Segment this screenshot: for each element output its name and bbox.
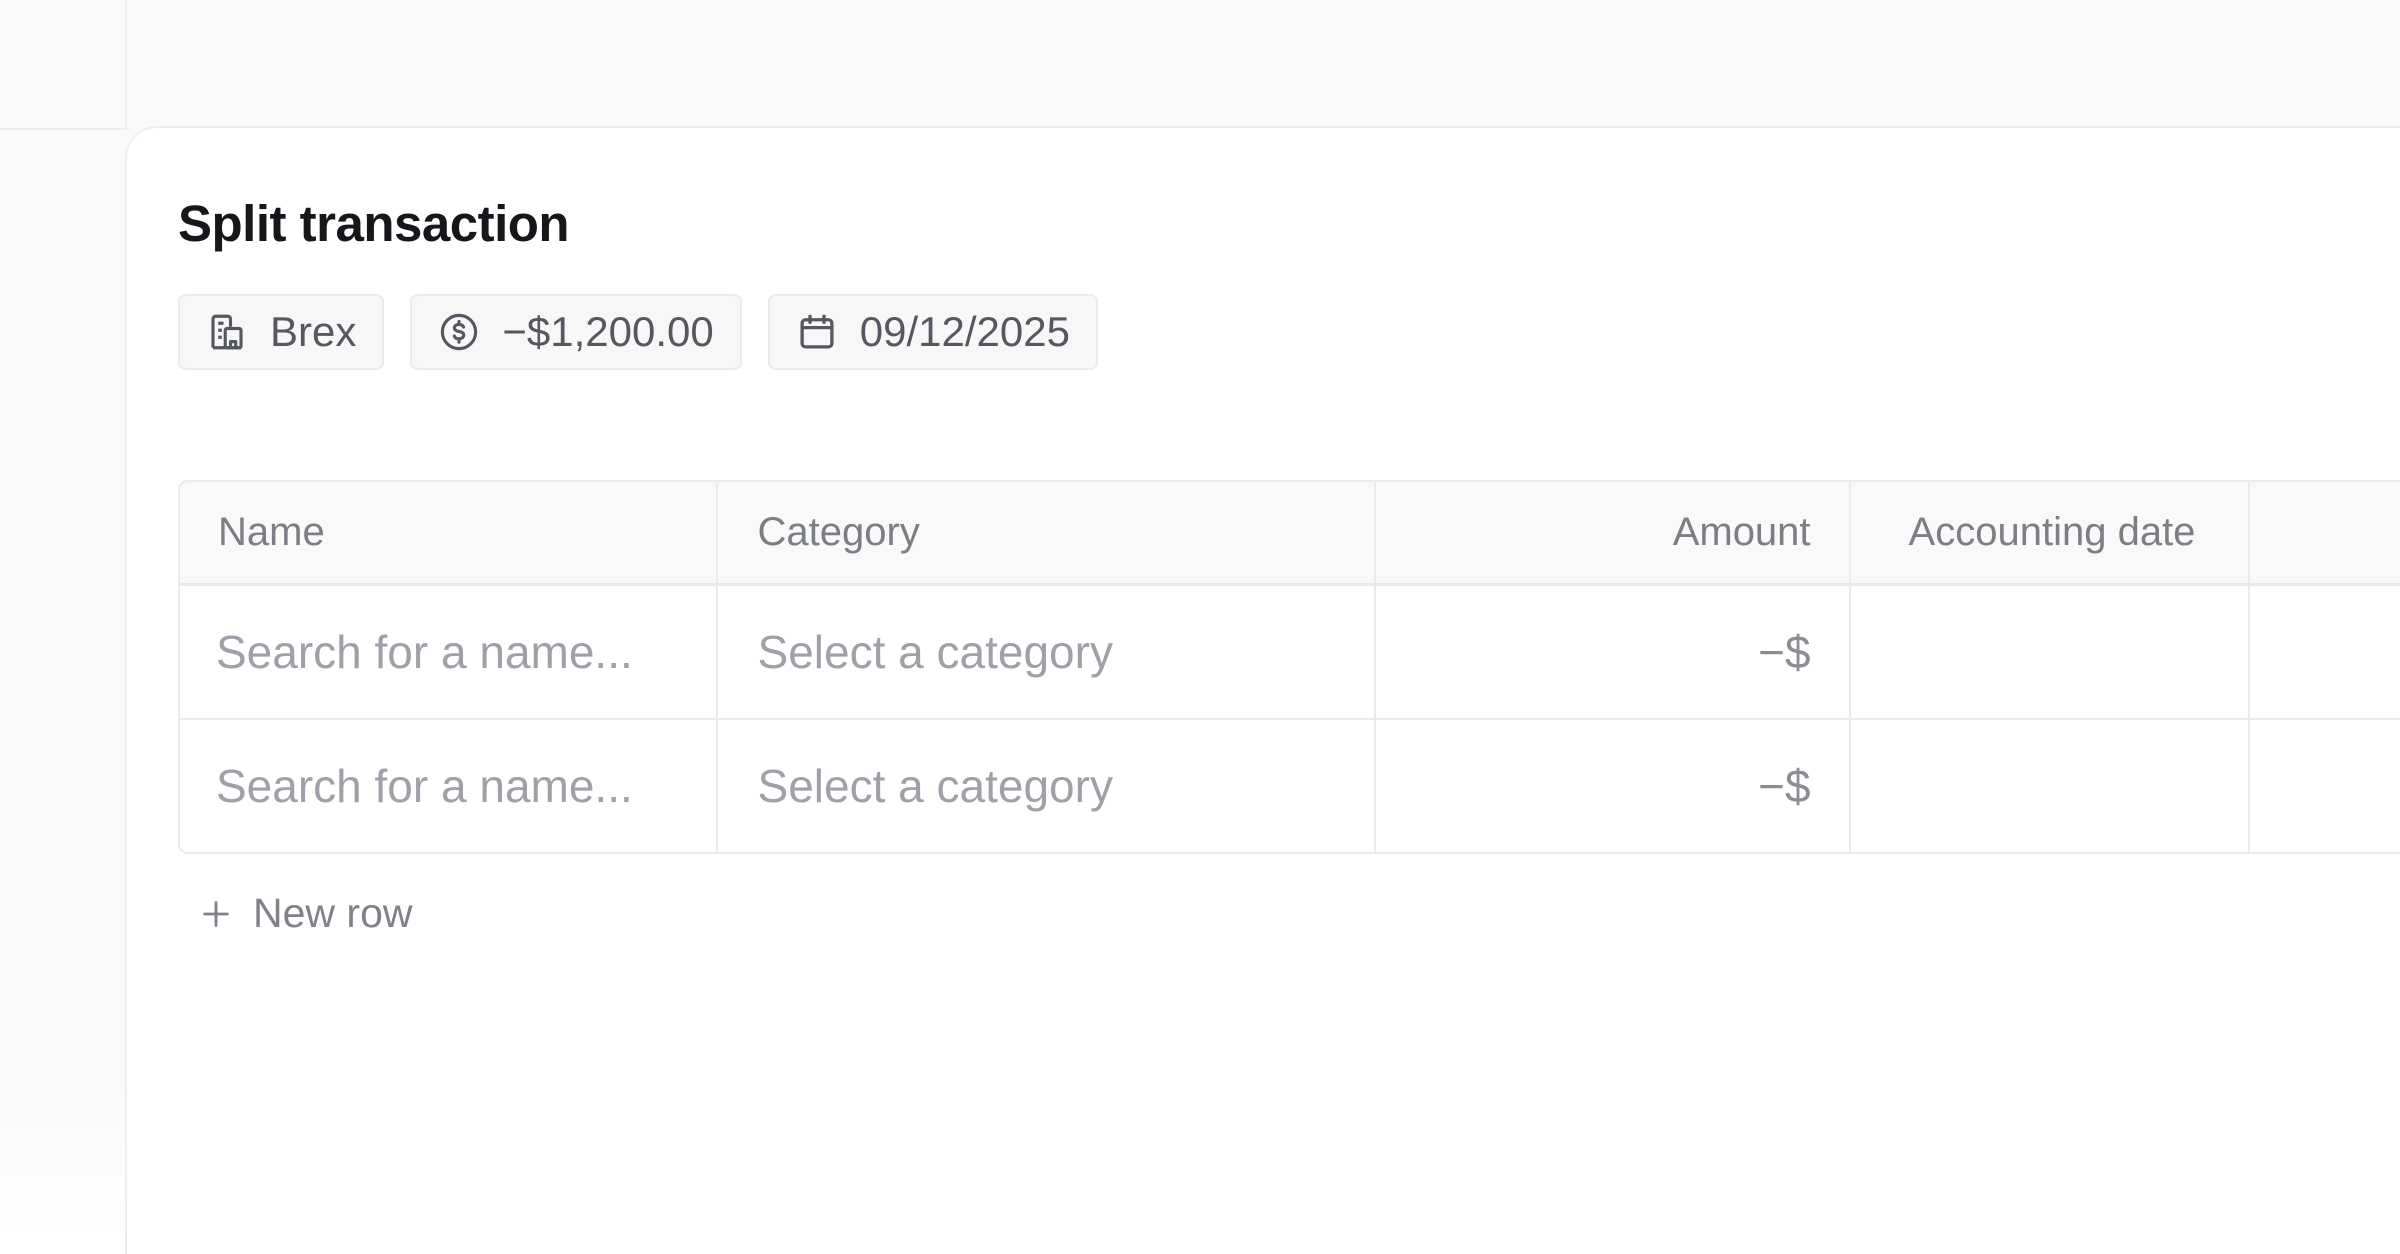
column-header-accounting-date: Accounting date	[1851, 482, 2251, 583]
name-search-input[interactable]: Search for a name...	[180, 720, 718, 852]
split-table: Name Category Amount Accounting date Sea…	[178, 480, 2400, 854]
date-chip: 09/12/2025	[767, 294, 1098, 370]
sidebar-fade	[0, 1080, 130, 1254]
merchant-label: Brex	[270, 308, 357, 355]
building-icon	[206, 311, 248, 353]
transaction-summary-chips: Brex −$1,200.00 09/12/2025	[178, 294, 1098, 370]
accounting-date-input[interactable]	[1851, 586, 2251, 718]
topbar-divider	[0, 128, 126, 130]
amount-input[interactable]: −$	[1376, 586, 1851, 718]
table-row: Search for a name... Select a category −…	[180, 586, 2400, 720]
column-header-extra	[2250, 482, 2400, 583]
row-extra-cell	[2250, 586, 2400, 718]
merchant-chip: Brex	[178, 294, 385, 370]
name-search-input[interactable]: Search for a name...	[180, 586, 718, 718]
row-extra-cell	[2250, 720, 2400, 852]
amount-label: −$1,200.00	[502, 308, 714, 355]
sidebar-divider	[125, 0, 127, 130]
category-select[interactable]: Select a category	[718, 720, 1376, 852]
amount-chip: −$1,200.00	[410, 294, 742, 370]
plus-icon	[199, 897, 233, 931]
calendar-icon	[796, 311, 838, 353]
category-placeholder: Select a category	[757, 626, 1113, 678]
page-title: Split transaction	[178, 195, 570, 252]
column-header-category: Category	[718, 482, 1376, 583]
dollar-circle-icon	[438, 311, 480, 353]
amount-input[interactable]: −$	[1376, 720, 1851, 852]
app-window: Split transaction Brex −$1,200.00 09/12/…	[0, 0, 2400, 1254]
split-transaction-panel: Split transaction Brex −$1,200.00 09/12/…	[125, 126, 2400, 1254]
column-header-name: Name	[180, 482, 718, 583]
name-placeholder: Search for a name...	[216, 626, 633, 678]
accounting-date-input[interactable]	[1851, 720, 2251, 852]
new-row-label: New row	[253, 890, 413, 936]
category-placeholder: Select a category	[757, 760, 1113, 812]
table-row: Search for a name... Select a category −…	[180, 720, 2400, 852]
amount-prefix: −$	[1758, 760, 1811, 812]
column-header-amount: Amount	[1376, 482, 1851, 583]
category-select[interactable]: Select a category	[718, 586, 1376, 718]
name-placeholder: Search for a name...	[216, 760, 633, 812]
table-header-row: Name Category Amount Accounting date	[180, 482, 2400, 586]
date-label: 09/12/2025	[859, 308, 1070, 355]
amount-prefix: −$	[1758, 626, 1811, 678]
new-row-button[interactable]: New row	[199, 890, 412, 937]
panel-bottom-fade	[127, 1124, 2400, 1254]
